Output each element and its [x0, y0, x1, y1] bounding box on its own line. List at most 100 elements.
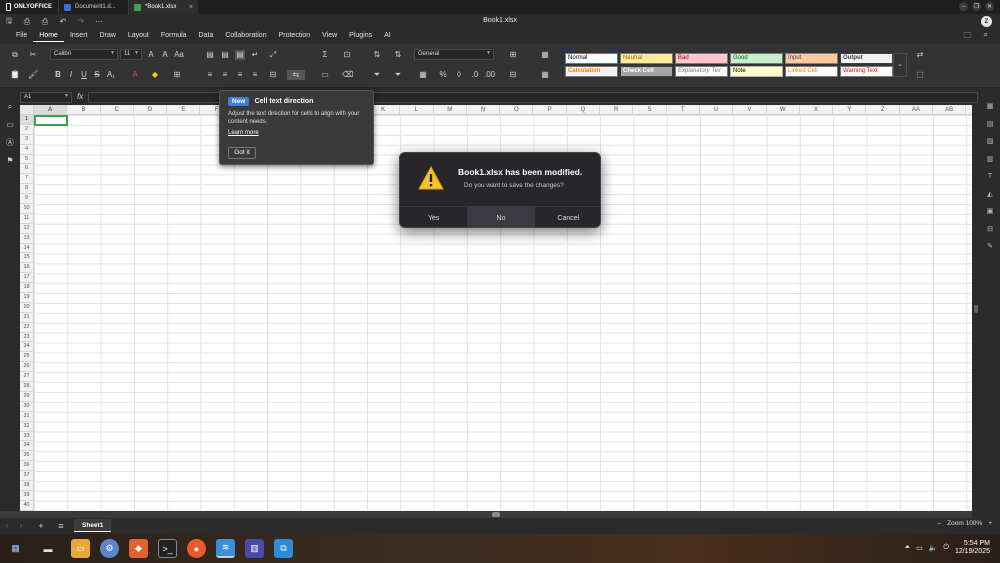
column-header[interactable]: AB [933, 105, 967, 114]
justify-icon[interactable]: ≡ [250, 70, 260, 80]
merge-cells-icon[interactable]: ⊟ [268, 70, 278, 80]
row-header[interactable]: 5 [20, 155, 33, 165]
underline-icon[interactable]: U [79, 70, 89, 80]
app-icon[interactable]: ▥ [245, 539, 264, 558]
style-check-cell[interactable]: Check Cell [620, 66, 673, 77]
row-header[interactable]: 27 [20, 372, 33, 383]
row-header[interactable]: 12 [20, 224, 33, 234]
open-location-icon[interactable]: 🗀 [964, 30, 972, 44]
column-header[interactable]: V [733, 105, 767, 114]
close-tab-icon[interactable]: × [189, 4, 193, 11]
column-header[interactable]: X [800, 105, 834, 114]
row-header[interactable]: 28 [20, 382, 33, 392]
column-header[interactable]: T [667, 105, 700, 114]
align-center-icon[interactable]: ≡ [220, 70, 230, 80]
more-icon[interactable]: ⋯ [90, 17, 108, 26]
text-direction-icon[interactable]: ⇆ [287, 70, 305, 80]
row-header[interactable]: 20 [20, 303, 33, 313]
align-middle-icon[interactable]: ▤ [220, 50, 230, 60]
decrease-font-icon[interactable]: A [160, 50, 170, 60]
power-icon[interactable]: ⏻ [943, 544, 949, 552]
row-header[interactable]: 40 [20, 501, 33, 511]
tab-formula[interactable]: Formula [155, 29, 193, 42]
restore-icon[interactable]: ❐ [972, 2, 981, 11]
select-all-corner[interactable] [20, 105, 34, 115]
print-icon[interactable]: ⎙ [18, 17, 36, 27]
table-template-icon[interactable]: ▦ [540, 70, 550, 80]
style-warning-text[interactable]: Warning Text [840, 66, 893, 77]
scroll-thumb[interactable] [974, 305, 978, 313]
align-right-icon[interactable]: ≡ [235, 70, 245, 80]
style-input[interactable]: Input [785, 53, 838, 64]
tray-arrow-icon[interactable]: ⏶ [904, 544, 910, 552]
style-normal[interactable]: Normal [565, 53, 618, 64]
column-header[interactable]: C [101, 105, 134, 114]
row-header[interactable]: 29 [20, 392, 33, 402]
tab-book1[interactable]: *Book1.xlsx × [128, 0, 198, 14]
search-icon[interactable]: ⌕ [0, 98, 20, 116]
sheet-list-icon[interactable]: ≡ [54, 521, 68, 531]
fill-color-icon[interactable]: ◆ [150, 70, 160, 80]
clear-filter-icon[interactable]: ⏷ [393, 70, 403, 80]
orientation-icon[interactable]: ⤢ [268, 50, 278, 60]
no-button[interactable]: No [467, 207, 535, 227]
copy-style-icon[interactable]: ⇄ [915, 50, 925, 60]
row-header[interactable]: 25 [20, 352, 33, 363]
accounting-icon[interactable]: ▦ [418, 70, 428, 80]
horizontal-scrollbar[interactable] [0, 511, 972, 518]
add-sheet-icon[interactable]: + [34, 521, 48, 531]
style-explanatory-text[interactable]: Explanatory Tex [675, 66, 728, 77]
tab-insert[interactable]: Insert [64, 29, 94, 42]
minimize-icon[interactable]: – [959, 2, 968, 11]
row-header[interactable]: 9 [20, 194, 33, 205]
sheet-tab[interactable]: Sheet1 [74, 519, 112, 532]
decrease-decimal-icon[interactable]: .0 [470, 70, 480, 80]
shape-settings-icon[interactable]: ◭ [980, 186, 1000, 204]
strikethrough-icon[interactable]: S [92, 70, 102, 80]
redo-icon[interactable]: ↷ [72, 17, 90, 26]
yes-button[interactable]: Yes [400, 207, 467, 227]
row-header[interactable]: 30 [20, 402, 33, 412]
prev-sheet-icon[interactable]: ‹ [0, 521, 14, 530]
row-header[interactable]: 13 [20, 234, 33, 244]
image-settings-icon[interactable]: ▨ [980, 133, 1000, 151]
tab-file[interactable]: File [10, 29, 33, 42]
save-icon[interactable]: 🖫 [0, 15, 18, 29]
quick-print-icon[interactable]: ⎙ [36, 17, 54, 27]
column-header[interactable]: N [467, 105, 501, 114]
style-bad[interactable]: Bad [675, 53, 728, 64]
sort-descending-icon[interactable]: ⇅ [393, 50, 403, 60]
column-header[interactable]: L [400, 105, 434, 114]
subscript-icon[interactable]: A₁ [106, 70, 116, 80]
tab-plugins[interactable]: Plugins [343, 29, 378, 42]
row-header[interactable]: 8 [20, 184, 33, 195]
tab-protection[interactable]: Protection [273, 29, 317, 42]
row-header[interactable]: 36 [20, 461, 33, 472]
row-header[interactable]: 18 [20, 283, 33, 294]
column-header[interactable]: W [767, 105, 800, 114]
clear-icon[interactable]: ⌫ [342, 70, 353, 80]
zoom-in-icon[interactable]: + [988, 520, 992, 527]
column-header[interactable]: Q [567, 105, 601, 114]
column-header[interactable]: M [434, 105, 467, 114]
change-case-icon[interactable]: Aa [174, 50, 184, 60]
terminal-icon[interactable]: >_ [158, 539, 177, 558]
row-header[interactable]: 33 [20, 432, 33, 442]
tab-view[interactable]: View [316, 29, 343, 42]
tab-layout[interactable]: Layout [122, 29, 155, 42]
search-icon[interactable]: ⌕ [984, 30, 988, 44]
font-family-select[interactable]: Calibri ▼ [50, 49, 118, 60]
scroll-thumb[interactable] [492, 512, 500, 517]
font-color-icon[interactable]: A [130, 70, 140, 80]
firefox-icon[interactable]: ● [187, 539, 206, 558]
sum-icon[interactable]: Σ [320, 50, 330, 60]
tab-ai[interactable]: AI [378, 29, 397, 42]
style-neutral[interactable]: Neutral [620, 53, 673, 64]
got-it-button[interactable]: Got it [228, 147, 256, 159]
selected-cell[interactable] [34, 115, 68, 126]
zoom-out-icon[interactable]: – [938, 520, 942, 527]
virtual-desktop-icon[interactable]: ⧉ [274, 539, 293, 558]
bold-icon[interactable]: B [53, 70, 63, 80]
onlyoffice-icon[interactable]: ≋ [216, 539, 235, 558]
spellcheck-icon[interactable]: Ⓐ [0, 134, 20, 152]
